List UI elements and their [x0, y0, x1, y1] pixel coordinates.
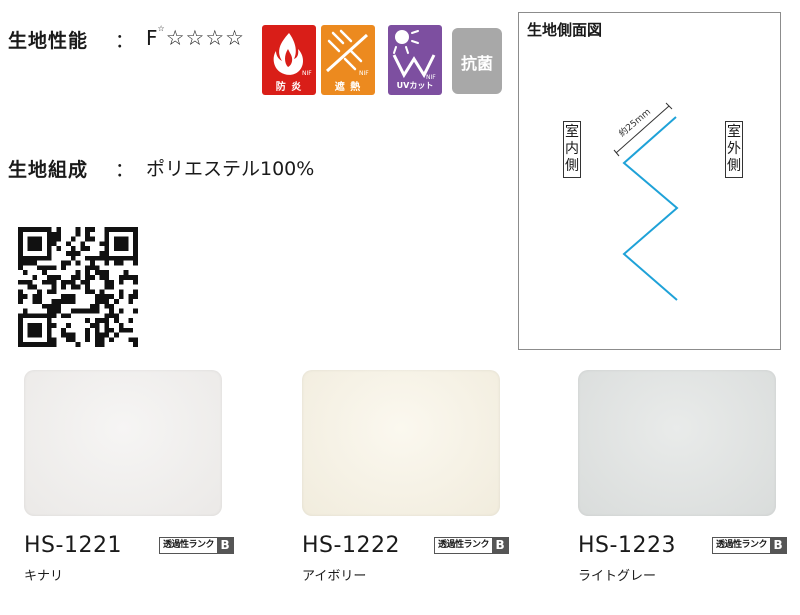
fabric-side-view-diagram: 生地側面図 室内側 室外側 約25mm: [518, 12, 781, 350]
uv-badge-caption: UVカット: [396, 81, 434, 90]
pleat-profile-graphic: 約25mm: [613, 102, 679, 301]
svg-text:NIF: NIF: [359, 70, 369, 77]
composition-value: ポリエステル100%: [146, 158, 315, 180]
antibacterial-badge-caption: 抗菌: [460, 54, 493, 73]
rank-label: 透過性ランク: [435, 538, 493, 553]
qr-code[interactable]: [18, 227, 138, 347]
swatch-hs-1222[interactable]: [302, 370, 500, 516]
formaldehyde-rating: F☆☆☆☆☆: [146, 24, 245, 50]
svg-text:NIF: NIF: [302, 70, 312, 77]
composition-label: 生地組成: [8, 159, 89, 181]
transmittance-rank-badge: 透過性ランク B: [159, 537, 235, 554]
transmittance-rank-badge: 透過性ランク B: [434, 537, 510, 554]
swatch-color-name: アイボリー: [302, 569, 367, 584]
swatch-color-name: ライトグレー: [578, 569, 657, 584]
swatch-color-name: キナリ: [24, 569, 64, 584]
swatch-hs-1221[interactable]: [24, 370, 222, 516]
formaldehyde-stars: ☆☆☆☆: [165, 26, 245, 50]
rank-label: 透過性ランク: [713, 538, 771, 553]
rank-label: 透過性ランク: [160, 538, 218, 553]
rank-grade: B: [492, 538, 509, 553]
transmittance-rank-badge: 透過性ランク B: [712, 537, 788, 554]
swatch-hs-1223[interactable]: [578, 370, 776, 516]
swatch-code: HS-1222: [302, 533, 400, 558]
fire-retardant-badge: NIF 防 炎: [262, 25, 316, 95]
fire-badge-caption: 防 炎: [275, 82, 303, 93]
rank-grade: B: [770, 538, 787, 553]
formaldehyde-sup: ☆: [157, 24, 165, 33]
pitch-label: 約25mm: [616, 106, 653, 140]
uv-cut-badge: NIF UVカット: [388, 25, 442, 95]
performance-label: 生地性能: [8, 30, 89, 52]
performance-colon: ：: [115, 30, 135, 52]
composition-colon: ：: [115, 159, 135, 181]
heat-shield-badge: NIF 遮 熱: [321, 25, 375, 95]
heat-badge-caption: 遮 熱: [334, 82, 362, 93]
formaldehyde-prefix: F: [146, 26, 158, 50]
swatch-code: HS-1223: [578, 533, 676, 558]
rank-grade: B: [217, 538, 234, 553]
antibacterial-badge: 抗菌: [452, 28, 502, 94]
pleat-line: [622, 116, 679, 301]
swatch-code: HS-1221: [24, 533, 122, 558]
